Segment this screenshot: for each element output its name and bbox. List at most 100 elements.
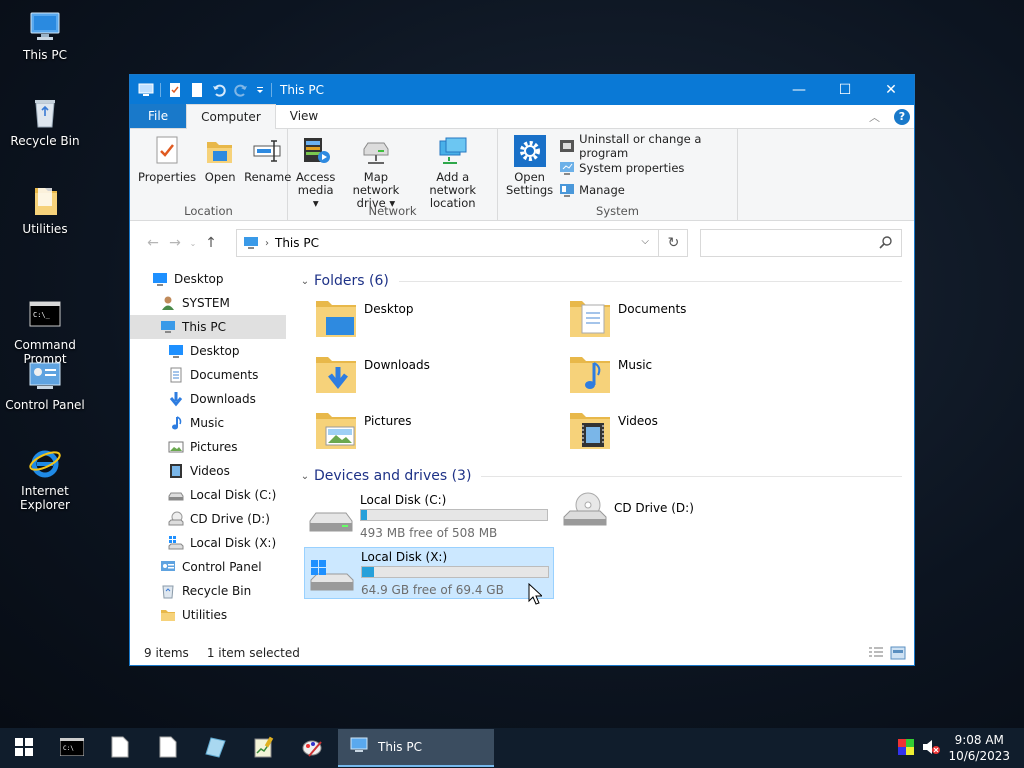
ribbon-group-system: Open Settings Uninstall or change a prog… bbox=[498, 129, 738, 221]
back-arrow-icon[interactable]: ← bbox=[142, 235, 164, 251]
manage-icon bbox=[559, 182, 575, 198]
customize-toolbar-icon[interactable] bbox=[255, 82, 265, 98]
address-dropdown-icon[interactable]: ⌵ bbox=[641, 236, 649, 247]
clock[interactable]: 9:08 AM 10/6/2023 bbox=[948, 732, 1010, 764]
nav-item-documents[interactable]: Documents bbox=[130, 363, 286, 387]
minimize-button[interactable]: — bbox=[776, 75, 822, 105]
taskbar-command-prompt[interactable]: C:\ bbox=[48, 728, 96, 768]
new-folder-icon[interactable] bbox=[189, 82, 205, 98]
taskbar-app-glass[interactable] bbox=[192, 728, 240, 768]
tab-view[interactable]: View bbox=[276, 104, 332, 128]
help-icon[interactable]: ? bbox=[894, 109, 910, 125]
search-input[interactable] bbox=[700, 229, 902, 257]
nav-item-desktop[interactable]: Desktop bbox=[130, 267, 286, 291]
folder-documents[interactable]: Documents bbox=[568, 297, 686, 341]
nav-item-cd-drive-d[interactable]: CD Drive (D:) bbox=[130, 507, 286, 531]
desktop-icon-label: Recycle Bin bbox=[10, 134, 80, 148]
volume-muted-icon[interactable] bbox=[922, 739, 941, 758]
folder-pictures[interactable]: Pictures bbox=[314, 409, 412, 453]
drive-d[interactable]: CD Drive (D:) bbox=[558, 491, 808, 543]
folder-videos[interactable]: Videos bbox=[568, 409, 658, 453]
collapse-ribbon-icon[interactable]: ︿ bbox=[869, 109, 880, 125]
pictures-folder-icon bbox=[314, 409, 358, 453]
explorer-window: This PC — ☐ ✕ File Computer View ︿ ? Pro… bbox=[129, 74, 915, 666]
drives-header-label: Devices and drives (3) bbox=[314, 468, 472, 484]
maximize-button[interactable]: ☐ bbox=[822, 75, 868, 105]
color-display-icon[interactable] bbox=[898, 738, 915, 758]
taskbar-file-1[interactable] bbox=[96, 728, 144, 768]
glass-app-icon bbox=[205, 736, 227, 761]
nav-item-pictures[interactable]: Pictures bbox=[130, 435, 286, 459]
system-properties-button[interactable]: System properties bbox=[559, 157, 733, 179]
nav-item-local-disk-c[interactable]: Local Disk (C:) bbox=[130, 483, 286, 507]
taskbar-this-pc[interactable]: This PC bbox=[338, 729, 494, 767]
desktop-icon-utilities[interactable]: Utilities bbox=[0, 184, 90, 236]
recent-locations-chevron-icon[interactable]: ⌄ bbox=[186, 239, 200, 248]
nav-item-desktop[interactable]: Desktop bbox=[130, 339, 286, 363]
nav-item-videos[interactable]: Videos bbox=[130, 459, 286, 483]
folder-icon bbox=[27, 184, 63, 218]
start-button[interactable] bbox=[0, 728, 48, 768]
command-prompt-icon: C:\_ bbox=[27, 286, 63, 327]
folder-icon bbox=[160, 607, 176, 623]
address-row: ← → ⌄ ↑ › This PC ⌵ ↻ bbox=[130, 221, 914, 265]
nav-item-local-disk-x[interactable]: Local Disk (X:) bbox=[130, 531, 286, 555]
uninstall-program-button[interactable]: Uninstall or change a program bbox=[559, 132, 733, 160]
nav-item-control-panel[interactable]: Control Panel bbox=[130, 555, 286, 579]
taskbar: C:\ This PC 9:08 AM 10/6/2023 bbox=[0, 728, 1024, 768]
desktop-icon-control-panel[interactable]: Control Panel bbox=[0, 360, 90, 412]
undo-icon[interactable] bbox=[211, 82, 227, 98]
windows-drive-icon bbox=[309, 558, 355, 594]
search-icon bbox=[879, 235, 893, 252]
open-folder-icon bbox=[204, 135, 236, 167]
desktop-icon-label: Internet Explorer bbox=[20, 484, 70, 512]
cd-drive-icon bbox=[562, 492, 608, 539]
open-label: Open bbox=[204, 170, 236, 184]
nav-item-music[interactable]: Music bbox=[130, 411, 286, 435]
desktop-icon-internet-explorer[interactable]: Internet Explorer bbox=[0, 446, 90, 512]
network-drive-icon bbox=[360, 135, 392, 167]
desktop-folder-icon bbox=[314, 297, 358, 341]
properties-icon[interactable] bbox=[167, 82, 183, 98]
desktop-icon-this-pc[interactable]: This PC bbox=[0, 10, 90, 62]
up-arrow-icon[interactable]: ↑ bbox=[200, 235, 222, 251]
folder-music[interactable]: Music bbox=[568, 353, 652, 397]
nav-item-label: Utilities bbox=[182, 608, 228, 622]
nav-item-recycle-bin[interactable]: Recycle Bin bbox=[130, 579, 286, 603]
folder-downloads[interactable]: Downloads bbox=[314, 353, 430, 397]
collapse-chevron-icon: ⌄ bbox=[300, 275, 310, 287]
taskbar-app-paint[interactable] bbox=[288, 728, 336, 768]
nav-item-utilities[interactable]: Utilities bbox=[130, 603, 286, 627]
details-view-icon[interactable] bbox=[868, 646, 884, 663]
refresh-button[interactable]: ↻ bbox=[658, 229, 688, 257]
taskbar-file-2[interactable] bbox=[144, 728, 192, 768]
drive-x[interactable]: Local Disk (X:) 64.9 GB free of 69.4 GB bbox=[304, 547, 554, 599]
computer-icon bbox=[138, 82, 154, 98]
close-button[interactable]: ✕ bbox=[868, 75, 914, 105]
drive-free-space: 493 MB free of 508 MB bbox=[360, 526, 498, 540]
downloads-icon bbox=[168, 391, 184, 407]
drive-usage-fill bbox=[362, 567, 375, 577]
refresh-icon: ↻ bbox=[667, 235, 680, 251]
group-label-system: System bbox=[596, 204, 639, 218]
redo-icon[interactable] bbox=[233, 82, 249, 98]
folder-desktop[interactable]: Desktop bbox=[314, 297, 414, 341]
nav-item-this-pc[interactable]: This PC bbox=[130, 315, 286, 339]
drive-c[interactable]: Local Disk (C:) 493 MB free of 508 MB bbox=[304, 491, 554, 543]
forward-arrow-icon[interactable]: → bbox=[164, 235, 186, 251]
address-bar[interactable]: › This PC ⌵ bbox=[236, 229, 688, 257]
desktop-icon-recycle-bin[interactable]: Recycle Bin bbox=[0, 96, 90, 148]
tab-computer[interactable]: Computer bbox=[186, 104, 276, 129]
taskbar-app-notepad[interactable] bbox=[240, 728, 288, 768]
drives-section-header[interactable]: ⌄ Devices and drives (3) bbox=[296, 464, 908, 488]
control-panel-icon bbox=[160, 559, 176, 575]
ribbon: Properties Open Rename Location Access m… bbox=[130, 129, 914, 221]
folders-section-header[interactable]: ⌄ Folders (6) bbox=[296, 269, 908, 293]
nav-item-downloads[interactable]: Downloads bbox=[130, 387, 286, 411]
manage-button[interactable]: Manage bbox=[559, 179, 733, 201]
nav-item-system[interactable]: SYSTEM bbox=[130, 291, 286, 315]
user-icon bbox=[160, 295, 176, 311]
clock-date: 10/6/2023 bbox=[948, 749, 1010, 763]
tab-file[interactable]: File bbox=[130, 104, 187, 128]
large-icons-view-icon[interactable] bbox=[890, 646, 906, 663]
